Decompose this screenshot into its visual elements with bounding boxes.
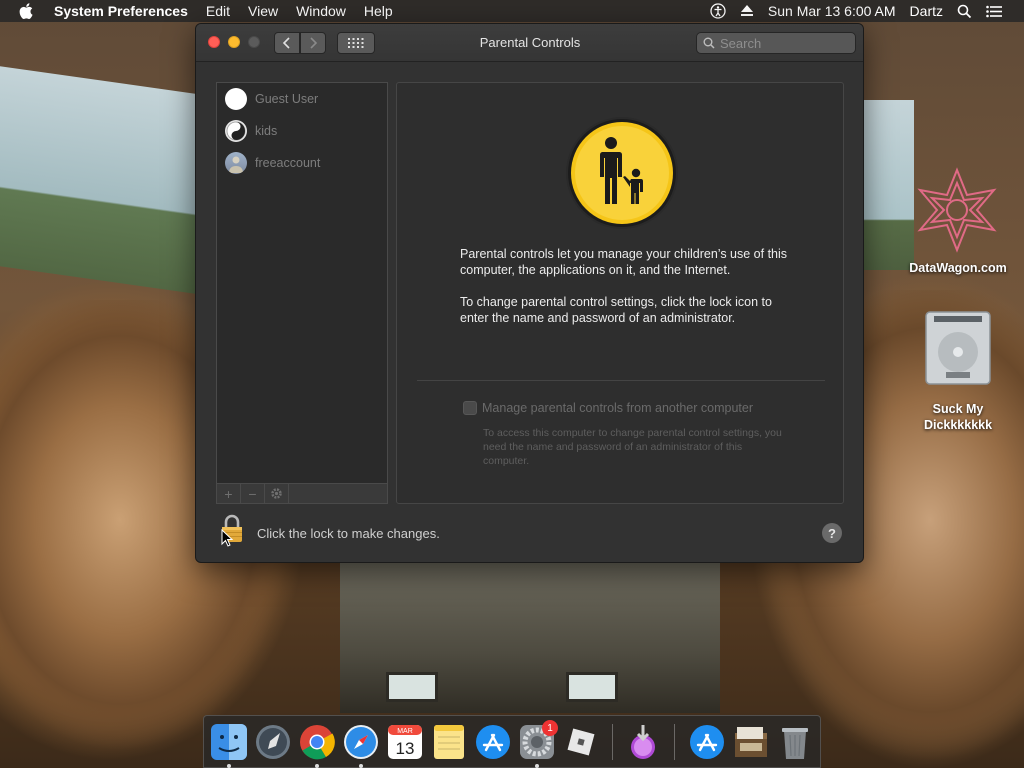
user-row-kids[interactable]: kids [217, 115, 387, 147]
dock-separator [612, 724, 613, 760]
console-screen [386, 672, 438, 702]
remove-user-button[interactable]: − [241, 483, 265, 504]
spotlight-search-icon[interactable] [957, 4, 972, 19]
remote-manage-checkbox[interactable] [463, 401, 477, 415]
calendar-month: MAR [397, 728, 413, 735]
user-list: Guest User kids freeaccount [216, 82, 388, 484]
guest-avatar [225, 88, 247, 110]
console-screen [566, 672, 618, 702]
window-titlebar: Parental Controls [196, 24, 863, 62]
notes-icon[interactable] [430, 723, 468, 761]
user-row-guest[interactable]: Guest User [217, 83, 387, 115]
roblox-icon[interactable] [562, 723, 600, 761]
notification-center-icon[interactable] [986, 5, 1002, 18]
forward-button[interactable] [300, 32, 326, 54]
minimize-button[interactable] [228, 36, 240, 48]
zoom-button[interactable] [248, 36, 260, 48]
dock: MAR 13 1 [203, 715, 821, 768]
remote-manage-label: Manage parental controls from another co… [482, 401, 753, 415]
launchpad-icon[interactable] [254, 723, 292, 761]
app-store-folder-icon[interactable] [688, 723, 726, 761]
lock-instructions-text: To change parental control settings, cli… [460, 295, 772, 325]
search-field[interactable] [696, 32, 856, 54]
system-preferences-dock-item[interactable]: 1 [518, 720, 558, 761]
apple-menu-icon[interactable] [0, 3, 52, 19]
search-icon [703, 37, 715, 49]
add-user-button[interactable]: + [217, 483, 241, 504]
downloads-stack-icon[interactable] [732, 723, 770, 761]
back-button[interactable] [274, 32, 300, 54]
menubar-user[interactable]: Dartz [910, 3, 943, 19]
search-input[interactable] [720, 35, 840, 51]
parental-controls-window: Parental Controls Guest User kids freeac… [195, 23, 864, 563]
app-store-icon[interactable] [474, 723, 512, 761]
show-all-button[interactable] [337, 32, 375, 54]
running-indicator [315, 764, 319, 768]
main-panel: Parental controls let you manage your ch… [396, 82, 844, 504]
grid-icon [348, 38, 364, 48]
parental-controls-icon [566, 117, 678, 229]
gear-icon [271, 488, 282, 499]
user-list-toolbar: + − [216, 483, 388, 504]
chevron-right-icon [310, 37, 318, 49]
cockpit-window-left [0, 66, 195, 294]
help-button[interactable]: ? [822, 523, 842, 543]
user-name: freeaccount [255, 156, 321, 170]
finder-icon[interactable] [210, 723, 248, 761]
chrome-icon[interactable] [298, 723, 336, 761]
mouse-cursor-icon [221, 529, 233, 547]
person-avatar-icon [225, 152, 247, 174]
menubar-clock[interactable]: Sun Mar 13 6:00 AM [768, 3, 896, 19]
menu-view[interactable]: View [239, 0, 287, 22]
remote-management-option: Manage parental controls from another co… [463, 401, 823, 415]
action-menu-button[interactable] [265, 483, 289, 504]
menu-window[interactable]: Window [287, 0, 355, 22]
datawagon-label: DataWagon.com [909, 261, 1007, 275]
divider [417, 380, 825, 381]
lock-text: Click the lock to make changes. [257, 526, 440, 541]
user-name: Guest User [255, 92, 319, 106]
description: Parental controls let you manage your ch… [460, 246, 800, 342]
eject-icon[interactable] [740, 5, 754, 17]
running-indicator [535, 764, 539, 768]
drive-label: Suck My Dickkkkkkk [923, 402, 993, 432]
window-title: Parental Controls [479, 35, 581, 50]
yin-yang-avatar-icon [225, 120, 247, 142]
user-name: kids [255, 124, 278, 138]
user-row-freeaccount[interactable]: freeaccount [217, 147, 387, 179]
installer-icon[interactable] [624, 723, 662, 761]
menu-app-name[interactable]: System Preferences [52, 0, 197, 22]
remote-manage-description: To access this computer to change parent… [483, 427, 782, 467]
trash-icon[interactable] [776, 723, 814, 761]
calendar-icon[interactable]: MAR 13 [386, 723, 424, 761]
running-indicator [359, 764, 363, 768]
safari-icon[interactable] [342, 723, 380, 761]
close-button[interactable] [208, 36, 220, 48]
chevron-left-icon [282, 37, 290, 49]
hard-drive-icon[interactable] [922, 308, 994, 388]
menu-help[interactable]: Help [355, 0, 402, 22]
dock-separator [674, 724, 675, 760]
menu-edit[interactable]: Edit [197, 0, 239, 22]
cockpit-window-right [864, 100, 914, 270]
running-indicator [227, 764, 231, 768]
menu-bar: System Preferences Edit View Window Help… [0, 0, 1024, 22]
description-text: Parental controls let you manage your ch… [460, 247, 788, 277]
notification-badge: 1 [542, 720, 558, 736]
datawagon-desktop-icon[interactable] [912, 165, 1002, 255]
calendar-day: 13 [396, 739, 415, 758]
accessibility-icon[interactable] [710, 3, 726, 19]
